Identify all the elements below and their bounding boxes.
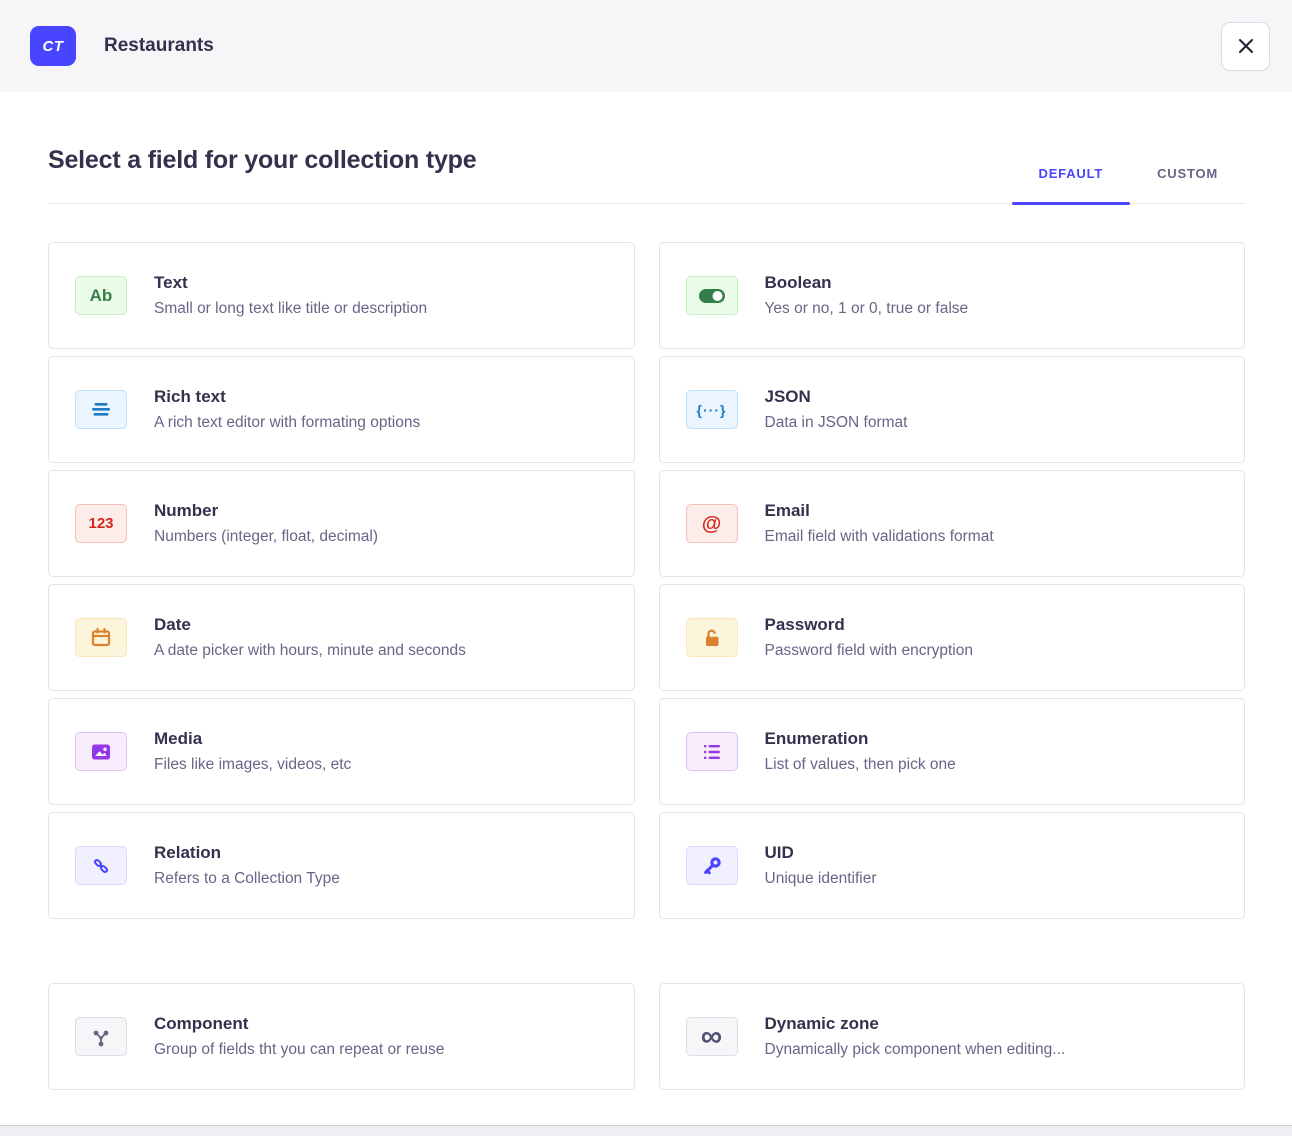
field-description: Data in JSON format [765,414,908,432]
field-card-password-body: Password Password field with encryption [765,615,974,660]
field-title: JSON [765,387,908,407]
field-title: Text [154,273,427,293]
field-description: A rich text editor with formating option… [154,414,420,432]
field-card-rich-text[interactable]: Rich text A rich text editor with format… [48,356,635,463]
number-123-icon: 123 [75,504,127,543]
field-card-rich-text-body: Rich text A rich text editor with format… [154,387,420,432]
bullet-list-icon [686,732,738,771]
field-card-media-body: Media Files like images, videos, etc [154,729,351,774]
key-icon [686,846,738,885]
chain-link-icon [75,846,127,885]
field-card-email[interactable]: @ Email Email field with validations for… [659,470,1246,577]
email-at-icon: @ [686,504,738,543]
modal-footer-edge [0,1125,1292,1136]
field-card-json-body: JSON Data in JSON format [765,387,908,432]
collection-type-badge: CT [30,26,76,66]
field-card-text[interactable]: Ab Text Small or long text like title or… [48,242,635,349]
boolean-toggle-icon [686,276,738,315]
tab-default[interactable]: DEFAULT [1012,166,1131,203]
field-card-component[interactable]: Component Group of fields tht you can re… [48,983,635,1090]
field-card-date[interactable]: Date A date picker with hours, minute an… [48,584,635,691]
field-title: Password [765,615,974,635]
field-description: Unique identifier [765,870,877,888]
field-title: Rich text [154,387,420,407]
close-icon [1237,37,1255,55]
field-description: Dynamically pick component when editing.… [765,1041,1066,1059]
field-card-component-body: Component Group of fields tht you can re… [154,1014,444,1059]
infinity-icon: ∞ [686,1017,738,1056]
field-card-dynamic-zone-body: Dynamic zone Dynamically pick component … [765,1014,1066,1059]
field-card-uid-body: UID Unique identifier [765,843,877,888]
field-card-enumeration-body: Enumeration List of values, then pick on… [765,729,956,774]
field-description: Group of fields tht you can repeat or re… [154,1041,444,1059]
field-description: Refers to a Collection Type [154,870,340,888]
field-title: Media [154,729,351,749]
field-card-media[interactable]: Media Files like images, videos, etc [48,698,635,805]
field-title: Dynamic zone [765,1014,1066,1034]
field-card-relation[interactable]: Relation Refers to a Collection Type [48,812,635,919]
field-card-email-body: Email Email field with validations forma… [765,501,994,546]
field-description: Small or long text like title or descrip… [154,300,427,318]
page-title: Select a field for your collection type [48,146,476,175]
field-title: UID [765,843,877,863]
modal-header: CT Restaurants [0,0,1292,92]
field-description: Email field with validations format [765,528,994,546]
rich-text-icon [75,390,127,429]
field-card-dynamic-zone[interactable]: ∞ Dynamic zone Dynamically pick componen… [659,983,1246,1090]
field-title: Date [154,615,466,635]
field-card-enumeration[interactable]: Enumeration List of values, then pick on… [659,698,1246,805]
tab-custom[interactable]: CUSTOM [1130,166,1245,203]
field-card-date-body: Date A date picker with hours, minute an… [154,615,466,660]
field-card-number[interactable]: 123 Number Numbers (integer, float, deci… [48,470,635,577]
field-card-relation-body: Relation Refers to a Collection Type [154,843,340,888]
field-description: Numbers (integer, float, decimal) [154,528,378,546]
modal-title: Restaurants [104,35,214,57]
media-image-icon [75,732,127,771]
field-title: Relation [154,843,340,863]
field-card-number-body: Number Numbers (integer, float, decimal) [154,501,378,546]
calendar-icon [75,618,127,657]
lock-icon [686,618,738,657]
text-field-icon: Ab [75,276,127,315]
field-title: Boolean [765,273,969,293]
field-title: Component [154,1014,444,1034]
field-title: Number [154,501,378,521]
title-row: Select a field for your collection type … [48,146,1245,204]
field-title: Email [765,501,994,521]
component-nodes-icon [75,1017,127,1056]
field-card-uid[interactable]: UID Unique identifier [659,812,1246,919]
field-description: Password field with encryption [765,642,974,660]
field-description: Files like images, videos, etc [154,756,351,774]
field-card-boolean[interactable]: Boolean Yes or no, 1 or 0, true or false [659,242,1246,349]
default-fields-grid: Ab Text Small or long text like title or… [48,242,1245,919]
field-description: Yes or no, 1 or 0, true or false [765,300,969,318]
close-button[interactable] [1221,22,1270,71]
tab-bar: DEFAULT CUSTOM [1012,166,1245,203]
field-card-boolean-body: Boolean Yes or no, 1 or 0, true or false [765,273,969,318]
advanced-fields-grid: Component Group of fields tht you can re… [48,983,1245,1090]
field-card-json[interactable]: {···} JSON Data in JSON format [659,356,1246,463]
field-description: List of values, then pick one [765,756,956,774]
field-card-password[interactable]: Password Password field with encryption [659,584,1246,691]
field-title: Enumeration [765,729,956,749]
json-braces-icon: {···} [686,390,738,429]
field-description: A date picker with hours, minute and sec… [154,642,466,660]
field-card-text-body: Text Small or long text like title or de… [154,273,427,318]
